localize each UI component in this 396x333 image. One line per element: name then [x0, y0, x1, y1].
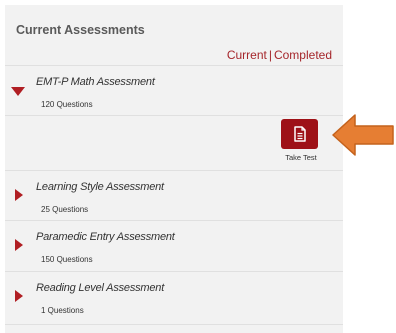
document-icon — [293, 126, 306, 142]
question-count: 150 Questions — [41, 255, 93, 264]
take-test-control[interactable]: Take Test — [278, 119, 328, 169]
assessment-title[interactable]: EMT-P Math Assessment — [36, 76, 155, 88]
assessment-title[interactable]: Learning Style Assessment — [36, 181, 164, 193]
assessment-title[interactable]: Reading Level Assessment — [36, 282, 164, 294]
filter-links: Current | Completed — [227, 48, 332, 62]
expand-triangle-icon[interactable] — [15, 189, 23, 201]
collapse-triangle-icon[interactable] — [11, 87, 25, 96]
question-count: 120 Questions — [41, 100, 93, 109]
pointer-arrow-icon — [332, 114, 394, 156]
panel-title: Current Assessments — [16, 23, 145, 37]
current-assessments-panel: Current Assessments Current | Completed EM… — [5, 5, 343, 333]
assessment-title[interactable]: Paramedic Entry Assessment — [36, 231, 175, 243]
filter-current-link[interactable]: Current — [227, 48, 267, 62]
expand-triangle-icon[interactable] — [15, 239, 23, 251]
filter-completed-link[interactable]: Completed — [274, 48, 332, 62]
question-count: 1 Questions — [41, 306, 84, 315]
assessment-row[interactable]: Paramedic Entry Assessment 150 Questions — [5, 220, 343, 271]
assessment-row[interactable]: Reading Level Assessment 1 Questions — [5, 271, 343, 325]
question-count: 25 Questions — [41, 205, 89, 214]
row-divider — [5, 115, 343, 116]
take-test-label[interactable]: Take Test — [278, 153, 324, 162]
take-test-button[interactable] — [281, 119, 318, 149]
filter-separator: | — [268, 48, 272, 62]
expand-triangle-icon[interactable] — [15, 290, 23, 302]
assessment-row[interactable]: Learning Style Assessment 25 Questions — [5, 170, 343, 221]
